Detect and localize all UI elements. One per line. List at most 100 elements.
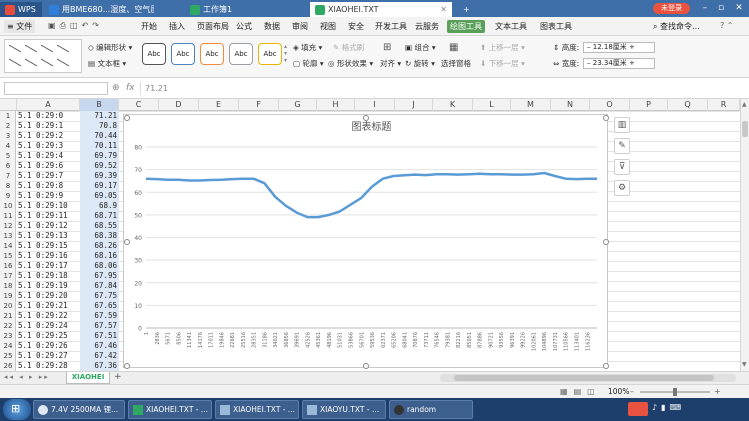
menu-data[interactable]: 数据 bbox=[261, 20, 283, 33]
fx-icon[interactable]: fx bbox=[126, 83, 135, 93]
horizontal-scroll-thumb[interactable] bbox=[454, 375, 714, 381]
cell-a[interactable]: 5.1 0:29:11 bbox=[17, 211, 79, 221]
cell-a[interactable]: 5.1 0:29:24 bbox=[17, 321, 79, 331]
cell-a[interactable]: 5.1 0:29:17 bbox=[17, 261, 79, 271]
zoom-out-icon[interactable]: – bbox=[630, 387, 634, 396]
menu-text-tools[interactable]: 文本工具 bbox=[492, 20, 530, 33]
cell-b[interactable]: 68.55 bbox=[80, 221, 119, 231]
cell-a[interactable]: 5.1 0:29:16 bbox=[17, 251, 79, 261]
doc-tab-1[interactable]: 用BME680...湿度、空气质量 bbox=[44, 2, 154, 17]
col-header-i[interactable]: I bbox=[355, 99, 395, 111]
cell-a[interactable]: 5.1 0:29:19 bbox=[17, 281, 79, 291]
shape-style-4[interactable]: Abc bbox=[229, 43, 253, 65]
col-header-j[interactable]: J bbox=[395, 99, 433, 111]
cell-a[interactable]: 5.1 0:29:25 bbox=[17, 331, 79, 341]
keyboard-icon[interactable]: ⌨ bbox=[670, 403, 682, 412]
cell-a[interactable]: 5.1 0:29:13 bbox=[17, 231, 79, 241]
resize-handle[interactable] bbox=[363, 115, 369, 121]
close-icon[interactable]: ✕ bbox=[731, 0, 747, 17]
cell-b[interactable]: 67.59 bbox=[80, 311, 119, 321]
cell-b[interactable]: 68.38 bbox=[80, 231, 119, 241]
col-header-e[interactable]: E bbox=[199, 99, 239, 111]
col-header-l[interactable]: L bbox=[473, 99, 511, 111]
cell-a[interactable]: 5.1 0:29:1 bbox=[17, 121, 79, 131]
cell-a[interactable]: 5.1 0:29:9 bbox=[17, 191, 79, 201]
command-search[interactable]: ⌕ 查找命令... bbox=[650, 20, 703, 33]
resize-handle[interactable] bbox=[603, 115, 609, 121]
cell-a[interactable]: 5.1 0:29:10 bbox=[17, 201, 79, 211]
resize-handle[interactable] bbox=[124, 363, 130, 369]
cell-a[interactable]: 5.1 0:29:6 bbox=[17, 161, 79, 171]
cell-b[interactable]: 70.8 bbox=[80, 121, 119, 131]
chart-settings-gear-icon[interactable]: ⚙ bbox=[614, 180, 630, 196]
menu-security[interactable]: 安全 bbox=[345, 20, 367, 33]
col-header-p[interactable]: P bbox=[630, 99, 668, 111]
taskbar-item-2[interactable]: XIAOHEI.TXT - ... bbox=[128, 400, 212, 419]
cell-a[interactable]: 5.1 0:29:18 bbox=[17, 271, 79, 281]
shape-style-5[interactable]: Abc bbox=[258, 43, 282, 65]
col-header-h[interactable]: H bbox=[317, 99, 355, 111]
chart-title[interactable]: 图表标题 bbox=[352, 120, 392, 133]
page-layout-view-icon[interactable]: ▤ bbox=[574, 387, 582, 396]
vertical-scroll-thumb[interactable] bbox=[742, 121, 748, 137]
zoom-level[interactable]: 100% bbox=[608, 387, 629, 396]
menu-view[interactable]: 视图 bbox=[317, 20, 339, 33]
start-button[interactable]: ⊞ bbox=[3, 399, 31, 420]
chart-style-brush-icon[interactable]: ✎ bbox=[614, 138, 630, 154]
cell-b[interactable]: 69.17 bbox=[80, 181, 119, 191]
col-header-m[interactable]: M bbox=[511, 99, 551, 111]
cell-a[interactable]: 5.1 0:29:0 bbox=[17, 111, 79, 121]
shape-style-1[interactable]: Abc bbox=[142, 43, 166, 65]
menu-cloud[interactable]: 云服务 bbox=[412, 20, 442, 33]
network-icon[interactable]: ▮ bbox=[661, 403, 665, 412]
page-break-view-icon[interactable]: ◫ bbox=[587, 387, 595, 396]
cell-a[interactable]: 5.1 0:29:28 bbox=[17, 361, 79, 371]
taskbar-item-1[interactable]: 7.4V 2500MA 锂... bbox=[33, 400, 125, 419]
cell-a[interactable]: 5.1 0:29:21 bbox=[17, 301, 79, 311]
wps-app-tab[interactable]: WPS bbox=[0, 2, 42, 17]
cell-b[interactable]: 68.9 bbox=[80, 201, 119, 211]
bring-forward-button[interactable]: ⬆ 上移一层 ▾ bbox=[480, 42, 525, 54]
taskbar-item-5[interactable]: random bbox=[389, 400, 473, 419]
cell-a[interactable]: 5.1 0:29:27 bbox=[17, 351, 79, 361]
cell-b[interactable]: 67.36 bbox=[80, 361, 119, 371]
resize-handle[interactable] bbox=[603, 239, 609, 245]
shape-effects-button[interactable]: ◎ 形状效果 ▾ bbox=[328, 58, 373, 70]
cell-b[interactable]: 67.57 bbox=[80, 321, 119, 331]
cell-b[interactable]: 70.11 bbox=[80, 141, 119, 151]
outline-button[interactable]: ▢ 轮廓 ▾ bbox=[293, 58, 324, 70]
volume-icon[interactable]: ♪ bbox=[652, 403, 657, 412]
chart-elements-icon[interactable]: ▥ bbox=[614, 117, 630, 133]
select-pane-button[interactable]: 选择窗格 bbox=[441, 58, 471, 70]
cell-a[interactable]: 5.1 0:29:20 bbox=[17, 291, 79, 301]
login-button[interactable]: 未登录 bbox=[653, 3, 690, 14]
tray-app-icon[interactable] bbox=[628, 402, 648, 416]
shape-style-3[interactable]: Abc bbox=[200, 43, 224, 65]
col-header-g[interactable]: G bbox=[279, 99, 317, 111]
cell-b[interactable]: 68.06 bbox=[80, 261, 119, 271]
new-tab-button[interactable]: + bbox=[458, 2, 478, 17]
menu-insert[interactable]: 插入 bbox=[166, 20, 188, 33]
styles-scroll-icon[interactable]: ▴ ▾ ▾ bbox=[284, 43, 290, 65]
formula-input[interactable]: 71.21 bbox=[140, 82, 745, 95]
cell-b[interactable]: 67.65 bbox=[80, 301, 119, 311]
cell-a[interactable]: 5.1 0:29:3 bbox=[17, 141, 79, 151]
col-header-a[interactable]: A bbox=[17, 99, 80, 111]
sheet-nav-icon[interactable]: ◂◂ ◂ ▸ ▸▸ bbox=[4, 373, 50, 381]
cell-b[interactable]: 67.75 bbox=[80, 291, 119, 301]
cell-a[interactable]: 5.1 0:29:15 bbox=[17, 241, 79, 251]
col-header-b[interactable]: B bbox=[80, 99, 119, 111]
cell-b[interactable]: 67.95 bbox=[80, 271, 119, 281]
zoom-slider[interactable] bbox=[640, 388, 710, 396]
doc-tab-2[interactable]: 工作簿1 bbox=[185, 2, 305, 17]
cell-b[interactable]: 68.26 bbox=[80, 241, 119, 251]
normal-view-icon[interactable]: ▦ bbox=[560, 387, 568, 396]
preview-icon[interactable]: ◫ bbox=[70, 21, 78, 31]
col-header-n[interactable]: N bbox=[551, 99, 590, 111]
menu-drawing-tools[interactable]: 绘图工具 bbox=[447, 20, 485, 33]
cell-b[interactable]: 69.05 bbox=[80, 191, 119, 201]
redo-icon[interactable]: ↷ bbox=[92, 21, 99, 31]
menu-formula[interactable]: 公式 bbox=[233, 20, 255, 33]
col-header-d[interactable]: D bbox=[159, 99, 199, 111]
scroll-up-icon[interactable]: ▲ bbox=[742, 101, 747, 108]
